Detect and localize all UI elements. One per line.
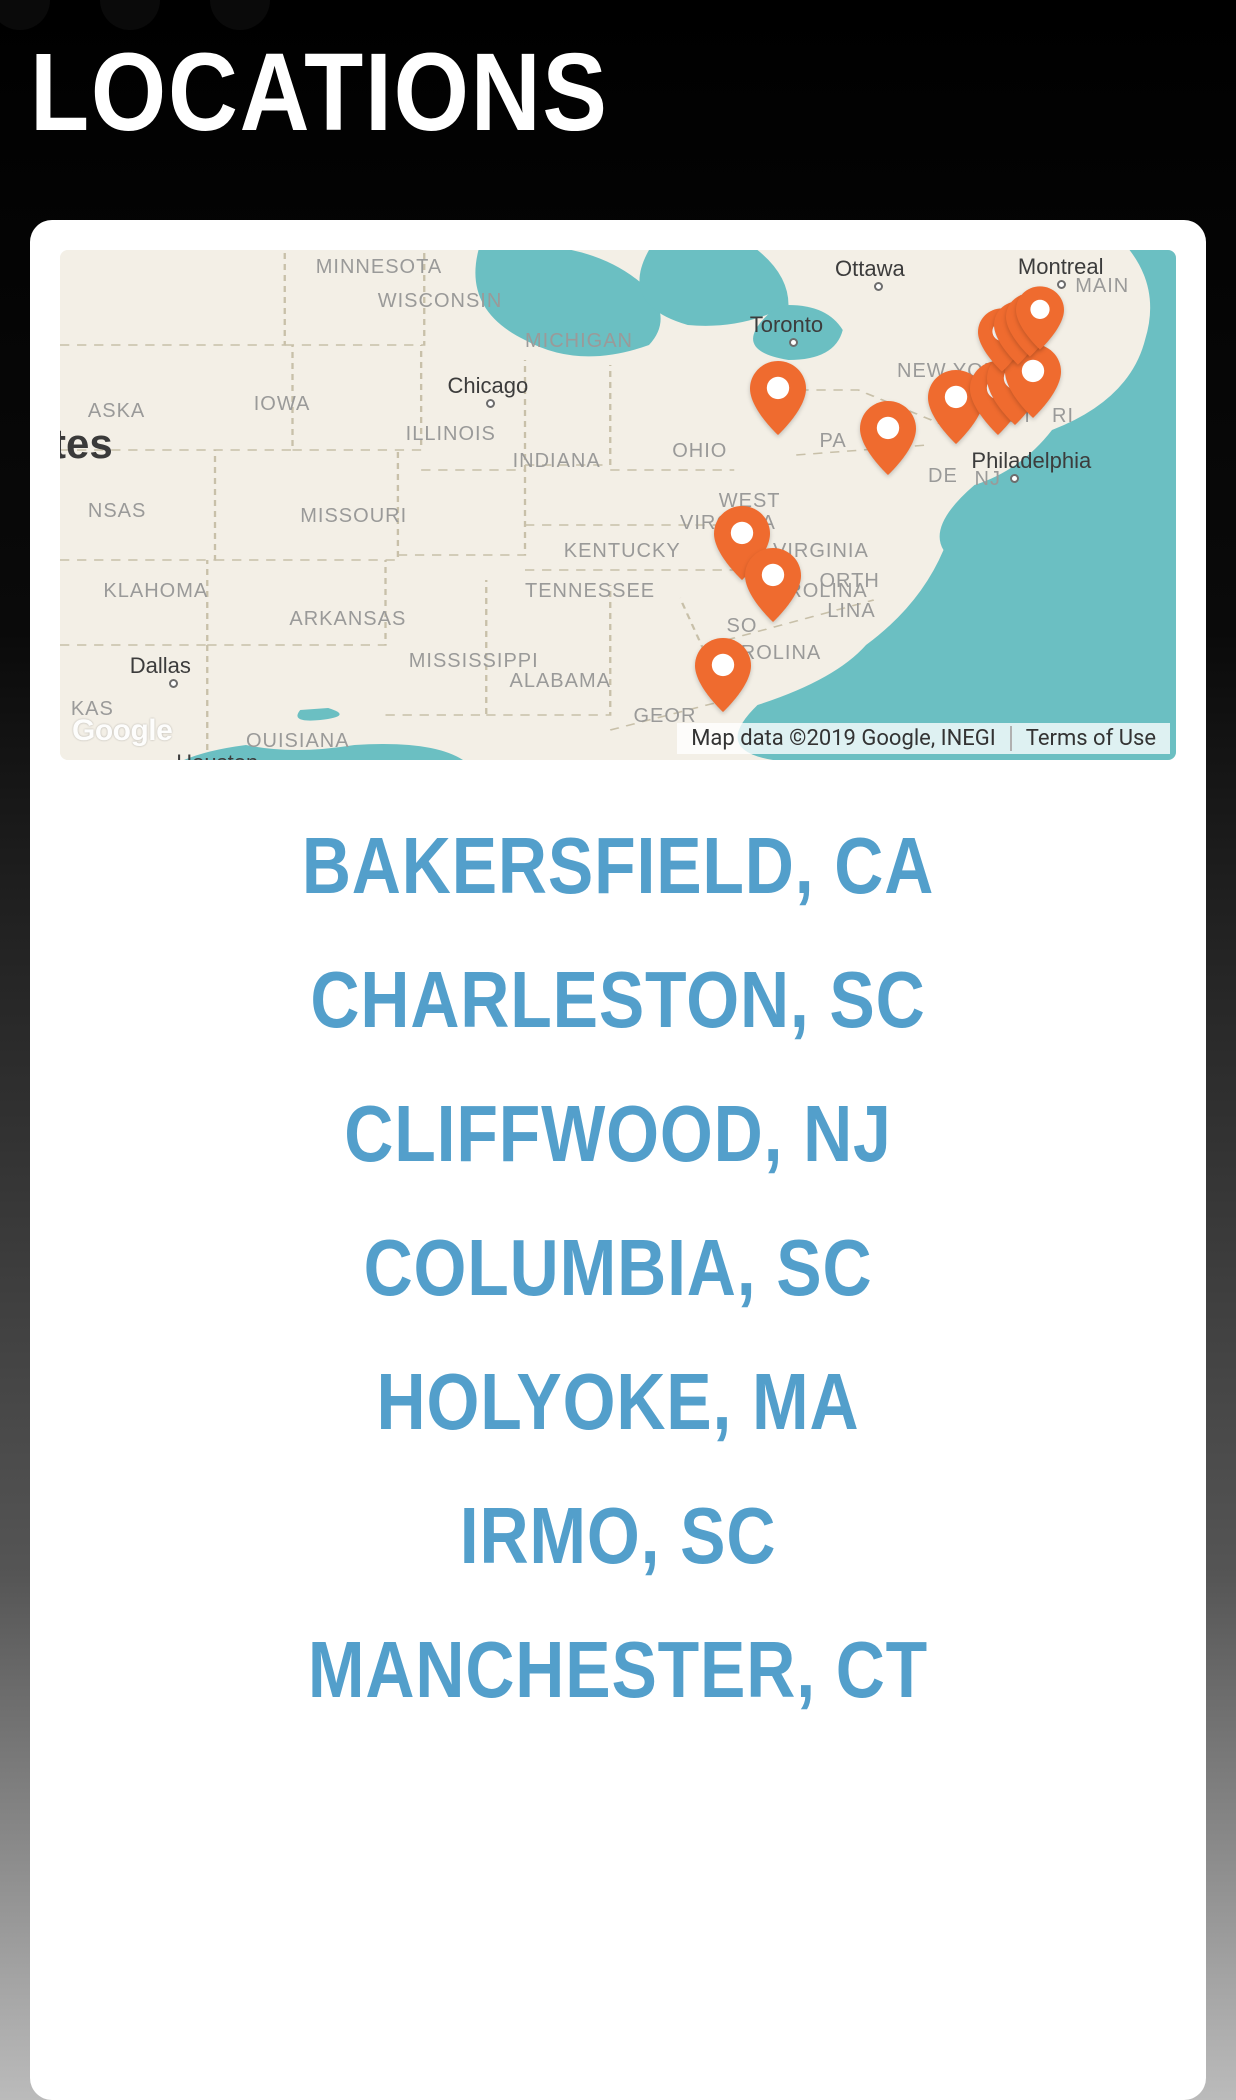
location-link[interactable]: Holyoke, MA xyxy=(144,1356,1093,1448)
map-marker-icon[interactable] xyxy=(745,548,801,622)
map-marker-icon[interactable] xyxy=(750,361,806,435)
location-link[interactable]: Charleston, SC xyxy=(144,954,1093,1046)
google-logo: Google xyxy=(72,714,172,748)
map-marker-icon[interactable] xyxy=(860,401,916,475)
map-terms-link[interactable]: Terms of Use xyxy=(1010,726,1170,751)
map-data-attribution: Map data ©2019 Google, INEGI xyxy=(677,726,1010,751)
locations-card: tes MINNESOTAWISCONSINMICHIGANIOWAILLINO… xyxy=(30,220,1206,2100)
map[interactable]: tes MINNESOTAWISCONSINMICHIGANIOWAILLINO… xyxy=(60,250,1176,760)
location-link[interactable]: Irmo, SC xyxy=(144,1490,1093,1582)
page-title: Locations xyxy=(30,38,1065,148)
location-link[interactable]: Cliffwood, NJ xyxy=(144,1088,1093,1180)
location-link[interactable]: Bakersfield, CA xyxy=(144,820,1093,912)
map-marker-icon[interactable] xyxy=(1016,286,1064,350)
map-marker-icon[interactable] xyxy=(695,638,751,712)
location-link[interactable]: Manchester, CT xyxy=(144,1624,1093,1716)
locations-list: Bakersfield, CA Charleston, SC Cliffwood, … xyxy=(60,820,1176,1716)
map-attribution: Map data ©2019 Google, INEGI Terms of Us… xyxy=(677,723,1170,754)
location-link[interactable]: Columbia, SC xyxy=(144,1222,1093,1314)
